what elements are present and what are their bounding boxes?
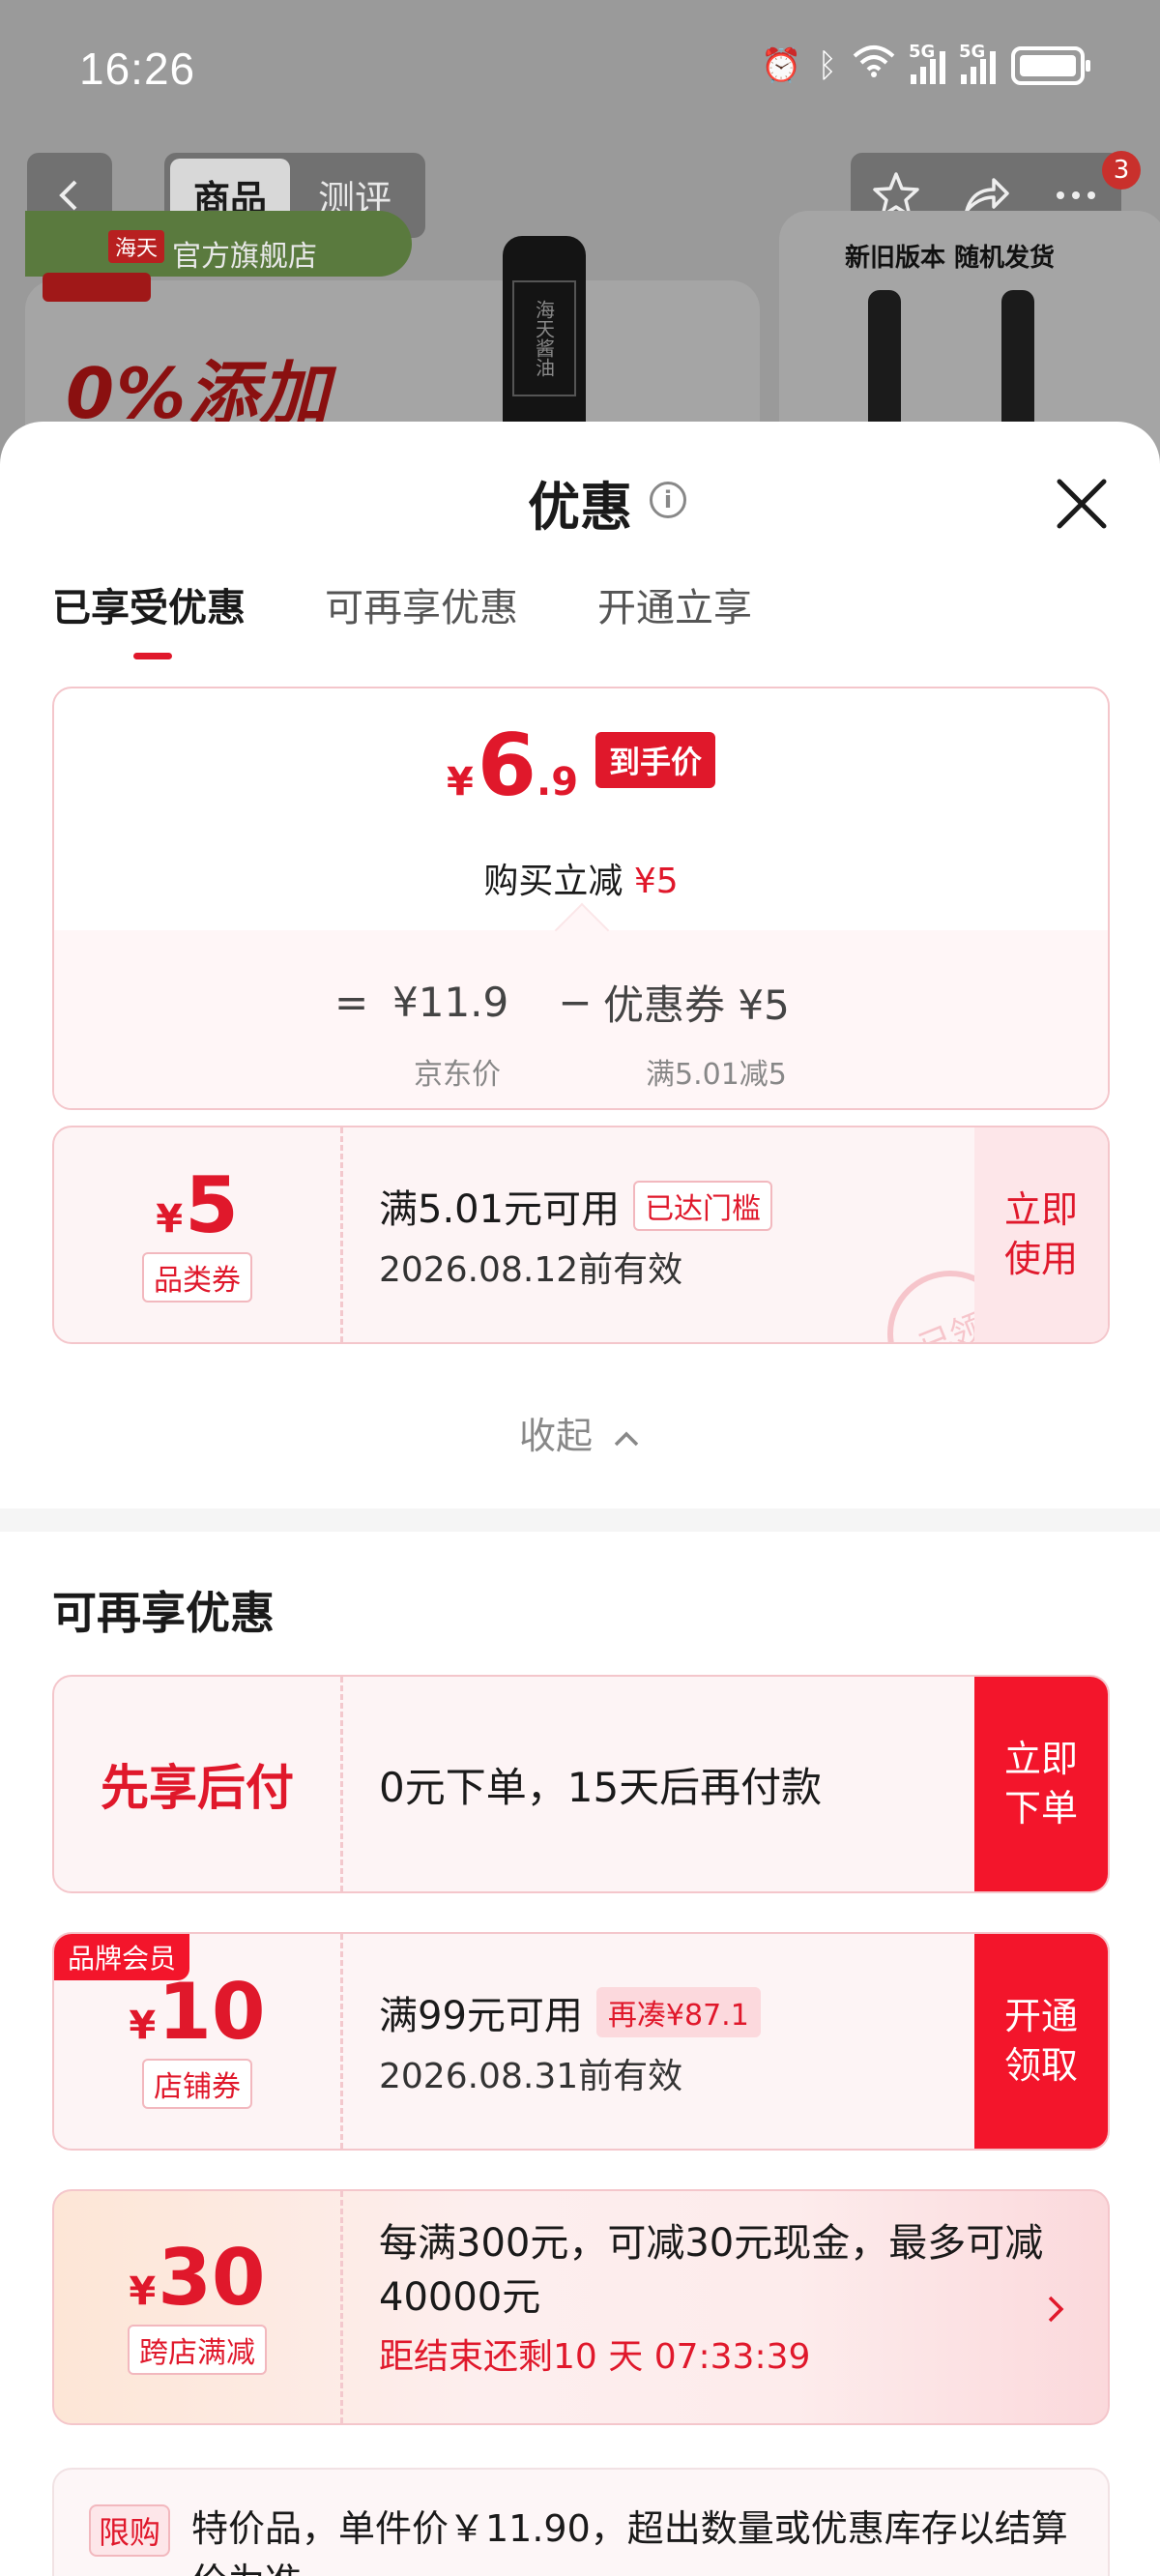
coupon-amount: ¥ 30 [129, 2239, 265, 2317]
coupon-value: 10 [158, 1967, 266, 2057]
countdown: 距结束还剩10 天 07:33:39 [379, 2337, 811, 2377]
final-price: ¥ 6 .9 到手价 [54, 723, 1108, 808]
equals-sign: = [334, 979, 369, 1026]
coupon-type: 跨店满减 [128, 2325, 267, 2375]
sheet-title: 优惠 [528, 477, 632, 538]
coupon-condition-label: 满5.01减5 [646, 1058, 787, 1092]
cross-store-details: 每满300元，可减30元现金，最多可减40000元 距结束还剩10 天 07:3… [379, 2216, 1056, 2379]
close-icon[interactable] [1052, 474, 1112, 534]
tab-activate[interactable]: 开通立享 [597, 576, 752, 632]
cross-store-discount[interactable]: ¥ 30 跨店满减 每满300元，可减30元现金，最多可减40000元 距结束还… [52, 2189, 1110, 2425]
coupon-divider [340, 1127, 343, 1342]
coupon-details: 满5.01元可用 已达门槛 2026.08.12前有效 [379, 1127, 773, 1342]
brand-member-tag: 品牌会员 [54, 1934, 190, 1980]
coupon-divider [340, 1934, 343, 2149]
coupon-validity: 2026.08.12前有效 [379, 1250, 683, 1290]
signal-icon-2: 5G [959, 42, 996, 84]
section-divider [0, 1508, 1160, 1532]
coupon-divider [340, 2191, 343, 2423]
coupon-condition: 满99元可用 [379, 1994, 583, 2038]
price-formula: = ¥11.9 − 优惠券 ¥5 [334, 973, 790, 1032]
pay-later-desc: 0元下单，15天后再付款 [379, 1763, 823, 1811]
coupon-value: 30 [158, 2233, 266, 2323]
activate-claim-button[interactable]: 开通领取 [974, 1934, 1108, 2149]
status-icons: ⏰ ᛒ 5G 5G [761, 42, 1090, 86]
product-bottle-small [868, 290, 901, 435]
signal-icon: 5G [909, 42, 945, 84]
pay-later-title: 先享后付 [101, 1760, 294, 1816]
version-note: 新旧版本 随机发货 [845, 244, 1056, 273]
pay-later-card: 先享后付 0元下单，15天后再付款 立即下单 [52, 1675, 1110, 1893]
coupon-amount-block: ¥ 30 跨店满减 [54, 2191, 340, 2423]
coupon-amount-block: ¥ 5 品类券 [54, 1127, 340, 1342]
limit-text: 特价品，单件价￥11.90，超出数量或优惠库存以结算价为准 [191, 2507, 1068, 2576]
order-now-label: 立即下单 [1003, 1737, 1078, 1830]
coupon-type: 品类券 [142, 1252, 252, 1303]
store-name: 官方旗舰店 [172, 240, 317, 274]
coupon-validity: 2026.08.31前有效 [379, 2057, 683, 2096]
instant-discount-amount: ¥5 [633, 862, 679, 901]
more-discounts-title: 可再享优惠 [52, 1587, 275, 1639]
tab-enjoyed[interactable]: 已享受优惠 [52, 576, 246, 659]
wifi-icon [853, 44, 895, 86]
instant-discount-label: 购买立减 [483, 862, 624, 901]
final-price-tag: 到手价 [595, 732, 716, 788]
currency-symbol: ¥ [129, 2004, 157, 2048]
coupon-type: 店铺券 [142, 2059, 252, 2109]
category-coupon: ¥ 5 品类券 满5.01元可用 已达门槛 2026.08.12前有效 已领 立… [52, 1126, 1110, 1344]
alarm-icon: ⏰ [761, 45, 802, 85]
currency-symbol: ¥ [156, 1197, 184, 1242]
collapse-button[interactable]: 收起 [0, 1406, 1160, 1459]
base-price-label: 京东价 [414, 1058, 501, 1092]
price-integer: 6 [477, 716, 537, 815]
price-decimal: .9 [536, 760, 579, 805]
coupon-deduction: 优惠券 ¥5 [603, 981, 790, 1029]
coupon-condition-row: 满99元可用 再凑¥87.1 [379, 1984, 761, 2040]
threshold-reached-chip: 已达门槛 [633, 1181, 773, 1231]
status-bar: 16:26 ⏰ ᛒ 5G 5G [0, 0, 1160, 135]
coupon-value: 5 [185, 1160, 239, 1250]
notification-badge: 3 [1102, 151, 1141, 190]
use-now-label: 立即使用 [1003, 1187, 1078, 1280]
info-icon[interactable]: i [650, 482, 686, 518]
chevron-left-icon [59, 180, 77, 211]
minus-sign: − [558, 979, 593, 1026]
coupon-details: 满99元可用 再凑¥87.1 2026.08.31前有效 [379, 1934, 761, 2149]
product-bottle-small [1001, 290, 1034, 435]
tab-more-available[interactable]: 可再享优惠 [325, 576, 518, 632]
bottle-label: 海天酱油 [512, 280, 576, 396]
coupon-amount: ¥ 10 [129, 1974, 265, 2051]
battery-icon [1011, 45, 1090, 85]
discount-sheet: 优惠 i 已享受优惠 可再享优惠 开通立享 ¥ 6 .9 到手价 购买立减 ¥5… [0, 422, 1160, 2576]
store-coupon: ¥ 10 店铺券 品牌会员 满99元可用 再凑¥87.1 2026.08.31前… [52, 1932, 1110, 2151]
order-now-button[interactable]: 立即下单 [974, 1677, 1108, 1891]
instant-discount: 购买立减 ¥5 [54, 853, 1108, 903]
limit-tag: 限购 [89, 2504, 171, 2557]
coupon-amount: ¥ 5 [156, 1167, 239, 1244]
discount-tabs: 已享受优惠 可再享优惠 开通立享 [52, 576, 752, 659]
add-more-chip: 再凑¥87.1 [595, 1987, 761, 2037]
activate-claim-label: 开通领取 [1003, 1994, 1078, 2087]
use-now-button[interactable]: 立即使用 [974, 1127, 1108, 1342]
cross-store-desc: 每满300元，可减30元现金，最多可减40000元 [379, 2221, 1044, 2320]
base-price: ¥11.9 [392, 979, 509, 1026]
currency-symbol: ¥ [129, 2269, 157, 2314]
currency-symbol: ¥ [446, 760, 474, 805]
store-logo: 海天 [108, 230, 164, 263]
chevron-right-icon [1048, 2296, 1064, 2323]
collapse-label: 收起 [518, 1415, 593, 1457]
chevron-up-icon [614, 1431, 639, 1446]
coupon-divider [340, 1677, 343, 1891]
coupon-condition-row: 满5.01元可用 已达门槛 [379, 1178, 773, 1234]
price-breakdown-card: ¥ 6 .9 到手价 购买立减 ¥5 = ¥11.9 − 优惠券 ¥5 京东价 … [52, 687, 1110, 1110]
coupon-condition: 满5.01元可用 [379, 1187, 621, 1232]
bluetooth-icon: ᛒ [817, 45, 837, 85]
purchase-limit-notice: 限购 特价品，单件价￥11.90，超出数量或优惠库存以结算价为准 [52, 2468, 1110, 2576]
brand-badge [43, 273, 151, 302]
status-time: 16:26 [79, 44, 196, 94]
